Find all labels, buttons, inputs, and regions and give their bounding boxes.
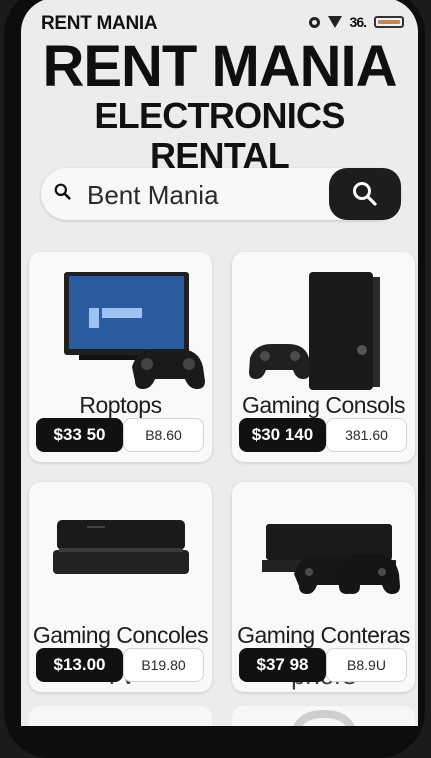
product-card-laptops[interactable]: Roptops $33 50 B8.60 xyxy=(29,252,212,462)
console-image xyxy=(53,520,189,574)
price-alt[interactable]: B8.60 xyxy=(123,418,204,452)
search-input[interactable] xyxy=(85,180,339,210)
search-bar[interactable] xyxy=(41,168,401,220)
price-badge[interactable]: $37 98 xyxy=(239,648,326,682)
price-alt[interactable]: B8.9U xyxy=(326,648,407,682)
signal-text: 36. xyxy=(349,14,367,30)
battery-icon xyxy=(374,16,404,28)
search-icon xyxy=(54,183,71,200)
status-brand: RENT MANIA xyxy=(41,13,158,34)
product-title: Gaming Consols xyxy=(241,392,406,418)
console-and-controllers-image xyxy=(262,524,400,594)
phone-frame: RENT MANIA 36. RENT MANIA ELECTRONICS RE… xyxy=(4,0,425,758)
product-card-gaming-consols[interactable]: Gaming Consols $30 140 381.60 xyxy=(232,252,415,462)
product-title: Roptops xyxy=(79,392,162,418)
search-icon xyxy=(353,182,377,206)
price-badge[interactable]: $33 50 xyxy=(36,418,123,452)
price-badge[interactable]: $30 140 xyxy=(239,418,326,452)
search-button[interactable] xyxy=(329,168,401,220)
status-icons: 36. xyxy=(308,14,404,30)
page-subtitle: ELECTRONICS RENTAL xyxy=(94,95,345,176)
product-card-partial[interactable] xyxy=(232,706,415,726)
product-card-gaming-concoles[interactable]: Gaming Concoles TV $13.00 B19.80 xyxy=(29,482,212,692)
product-card-gaming-conteras[interactable]: Gaming Conteras phors $37 98 B8.9U xyxy=(232,482,415,692)
product-title: Gaming Conteras xyxy=(237,622,410,648)
console-and-controller-image xyxy=(249,272,380,390)
price-alt[interactable]: B19.80 xyxy=(123,648,204,682)
status-bar: RENT MANIA 36. xyxy=(21,0,418,36)
product-title: Gaming Concoles xyxy=(32,622,209,648)
wifi-icon xyxy=(327,16,342,28)
app-screen: RENT MANIA 36. RENT MANIA ELECTRONICS RE… xyxy=(21,0,418,726)
headphones-icon xyxy=(293,709,355,726)
tv-and-controller-image xyxy=(64,272,205,389)
page-title: RENT MANIA xyxy=(42,34,397,99)
price-alt[interactable]: 381.60 xyxy=(326,418,407,452)
product-card-partial[interactable] xyxy=(29,706,212,726)
price-badge[interactable]: $13.00 xyxy=(36,648,123,682)
ring-icon xyxy=(308,16,320,28)
